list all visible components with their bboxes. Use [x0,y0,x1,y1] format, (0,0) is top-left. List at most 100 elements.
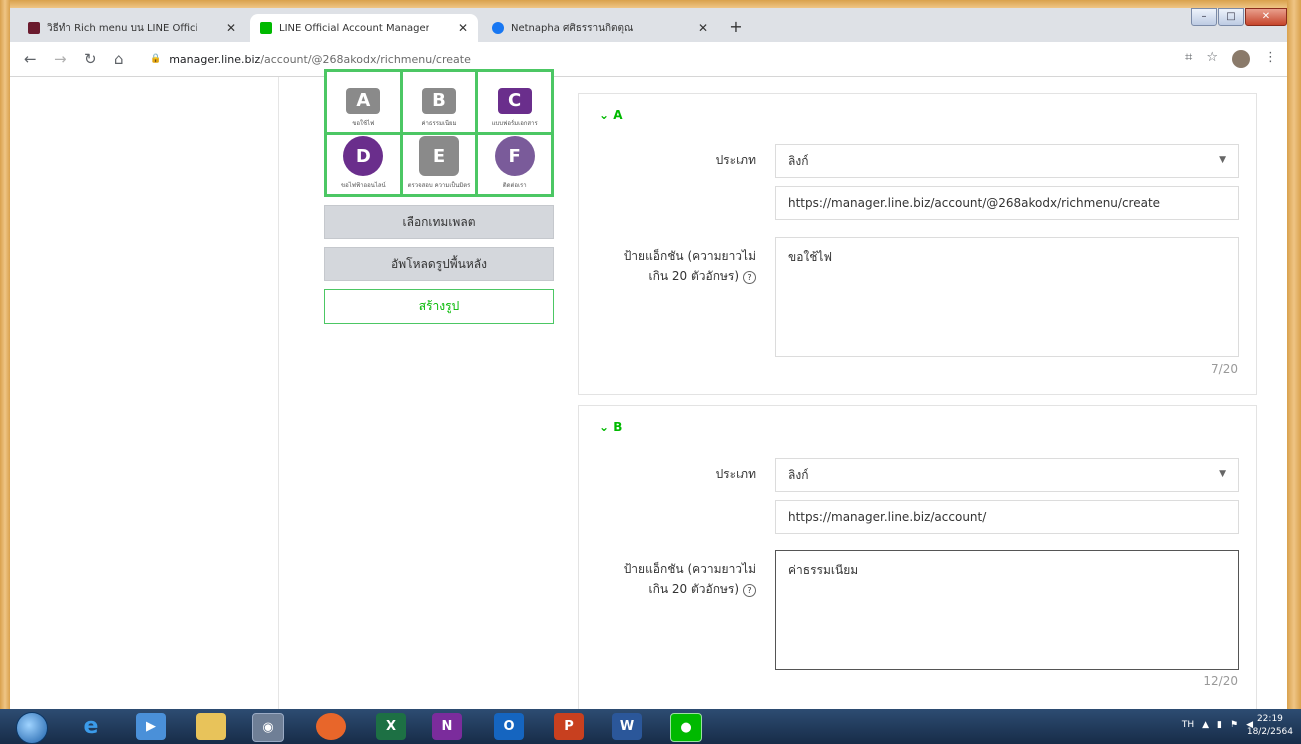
onenote-icon[interactable]: N [432,713,462,740]
action-label-line2: เกิน 20 ตัวอักษร) [648,269,739,283]
address-bar: ← → ↻ ⌂ 🔒 manager.line.biz/account/@268a… [10,42,1287,77]
cell-label: ติดต่อเรา [502,182,527,189]
line-app-icon[interactable]: ● [670,713,702,742]
action-header-letter: A [613,108,623,122]
browser-tab-bar: วิธีทำ Rich menu บน LINE Official ✕ LINE… [10,8,1287,42]
cell-label: ขอไฟฟ้าออนไลน์ [340,182,386,189]
type-value: ลิงก์ [788,153,809,168]
type-select[interactable]: ลิงก์ ▼ [775,144,1239,178]
letter-c-icon: C [497,87,532,114]
action-label-caption: ป้ายแอ็กชัน (ความยาวไม่ เกิน 20 ตัวอักษร… [579,559,756,599]
cell-label: แบบฟอร์มเอกสาร [491,119,538,127]
line-favicon-icon [260,22,272,34]
type-value: ลิงก์ [788,467,809,482]
clock-time: 22:19 [1256,714,1283,724]
select-template-button[interactable]: เลือกเทมเพลต [324,205,554,239]
close-tab-icon[interactable]: ✕ [698,21,708,35]
firefox-icon[interactable] [316,713,346,740]
action-label-line1: ป้ายแอ็กชัน (ความยาวไม่ [623,249,756,263]
flag-icon[interactable]: ⚑ [1230,720,1238,730]
url-host: manager.line.biz [169,52,261,66]
action-a-header[interactable]: ⌄ A [599,108,623,122]
network-icon[interactable]: ▮ [1217,720,1222,730]
create-image-button[interactable]: สร้างรูป [324,289,554,324]
close-tab-icon[interactable]: ✕ [226,21,236,35]
browser-tab-3[interactable]: Netnapha ศศิธรรานกิตตุณ ✕ [482,14,718,42]
cell-label: ค่าธรรมเนียม [421,119,457,127]
help-icon[interactable]: ? [743,584,756,597]
system-clock[interactable]: 22:19 18/2/2564 [1247,713,1293,739]
action-label-textarea[interactable]: ค่าธรรมเนียม [775,550,1239,670]
cell-label: ขอใช้ไฟ [352,119,375,127]
browser-tab-1[interactable]: วิธีทำ Rich menu บน LINE Official ✕ [18,14,246,42]
dropdown-caret-icon: ▼ [1219,155,1226,165]
letter-a-icon: A [346,87,381,114]
excel-icon[interactable]: X [376,713,406,740]
language-indicator[interactable]: TH [1182,720,1194,730]
profile-avatar[interactable] [1232,50,1250,68]
url-field[interactable]: https://manager.line.biz/account/@268ako… [775,186,1239,220]
url-input[interactable]: 🔒 manager.line.biz/account/@268akodx/ric… [150,48,1225,70]
tab-title: Netnapha ศศิธรรานกิตตุณ [511,22,634,34]
tab-title: LINE Official Account Manager [279,22,429,34]
richmenu-cell-e[interactable]: E ตรวจสอบ ความเป็นมิตร [402,134,476,194]
menu-dots-icon[interactable]: ⋮ [1264,50,1277,68]
word-icon[interactable]: W [612,713,642,740]
richmenu-cell-b[interactable]: B ค่าธรรมเนียม [402,72,476,132]
forward-arrow-icon[interactable]: → [54,50,67,68]
tray-arrow-icon[interactable]: ▲ [1202,720,1209,730]
minimize-button[interactable]: – [1191,8,1217,26]
letter-e-icon: E [418,136,459,176]
file-explorer-icon[interactable] [196,713,226,740]
back-arrow-icon[interactable]: ← [24,50,37,68]
richmenu-cell-f[interactable]: F ติดต่อเรา [478,134,551,194]
page-content: A ขอใช้ไฟ B ค่าธรรมเนียม C แบบฟอร์มเอกสา… [10,69,1287,715]
action-label-textarea[interactable]: ขอใช้ไฟ [775,237,1239,357]
close-window-button[interactable]: ✕ [1245,8,1287,26]
type-select[interactable]: ลิงก์ ▼ [775,458,1239,492]
action-card-b: ⌄ B ประเภท ลิงก์ ▼ https://manager.line.… [578,405,1257,715]
maximize-button[interactable]: □ [1218,8,1244,26]
char-count: 12/20 [1203,674,1238,688]
url-field[interactable]: https://manager.line.biz/account/ [775,500,1239,534]
home-icon[interactable]: ⌂ [114,50,124,68]
help-icon[interactable]: ? [743,271,756,284]
richmenu-cell-c[interactable]: C แบบฟอร์มเอกสาร [478,72,551,132]
upload-background-button[interactable]: อัพโหลดรูปพื้นหลัง [324,247,554,281]
action-header-letter: B [613,420,623,434]
action-label-caption: ป้ายแอ็กชัน (ความยาวไม่ เกิน 20 ตัวอักษร… [579,246,756,286]
close-tab-icon[interactable]: ✕ [458,21,468,35]
reload-icon[interactable]: ↻ [84,50,97,68]
action-label-line2: เกิน 20 ตัวอักษร) [648,582,739,596]
wood-frame-right [1287,0,1301,744]
wood-frame-top [0,0,1301,8]
letter-d-icon: D [343,136,384,176]
url-value: https://manager.line.biz/account/@268ako… [788,196,1161,210]
browser-tab-2[interactable]: LINE Official Account Manager ✕ [250,14,478,42]
letter-b-icon: B [421,87,456,114]
internet-explorer-icon[interactable]: e [76,713,106,740]
lock-icon: 🔒 [150,54,162,64]
outlook-icon[interactable]: O [494,713,524,740]
dropdown-caret-icon: ▼ [1219,469,1226,479]
richmenu-cell-a[interactable]: A ขอใช้ไฟ [327,72,400,132]
qr-code-icon[interactable]: ⌗ [1185,50,1192,68]
powerpoint-icon[interactable]: P [554,713,584,740]
chrome-icon[interactable]: ◉ [252,713,284,742]
richmenu-cell-d[interactable]: D ขอไฟฟ้าออนไลน์ [327,134,400,194]
action-label-line1: ป้ายแอ็กชัน (ความยาวไม่ [623,562,756,576]
action-b-header[interactable]: ⌄ B [599,420,622,434]
bookmark-star-icon[interactable]: ☆ [1206,50,1218,68]
clock-date: 18/2/2564 [1246,727,1293,737]
char-count: 7/20 [1211,362,1238,376]
start-button[interactable] [16,712,48,744]
url-value: https://manager.line.biz/account/ [788,510,987,524]
media-player-icon[interactable]: ▶ [136,713,166,740]
left-sidebar [10,77,278,709]
type-label: ประเภท [715,153,756,167]
system-tray: TH ▲ ▮ ⚑ ◀ [1182,720,1253,730]
new-tab-button[interactable]: + [727,18,745,36]
richmenu-preview-grid: A ขอใช้ไฟ B ค่าธรรมเนียม C แบบฟอร์มเอกสา… [324,69,554,197]
letter-f-icon: F [494,136,535,176]
toolbar-right: ⌗ ☆ ⋮ [1185,50,1277,68]
